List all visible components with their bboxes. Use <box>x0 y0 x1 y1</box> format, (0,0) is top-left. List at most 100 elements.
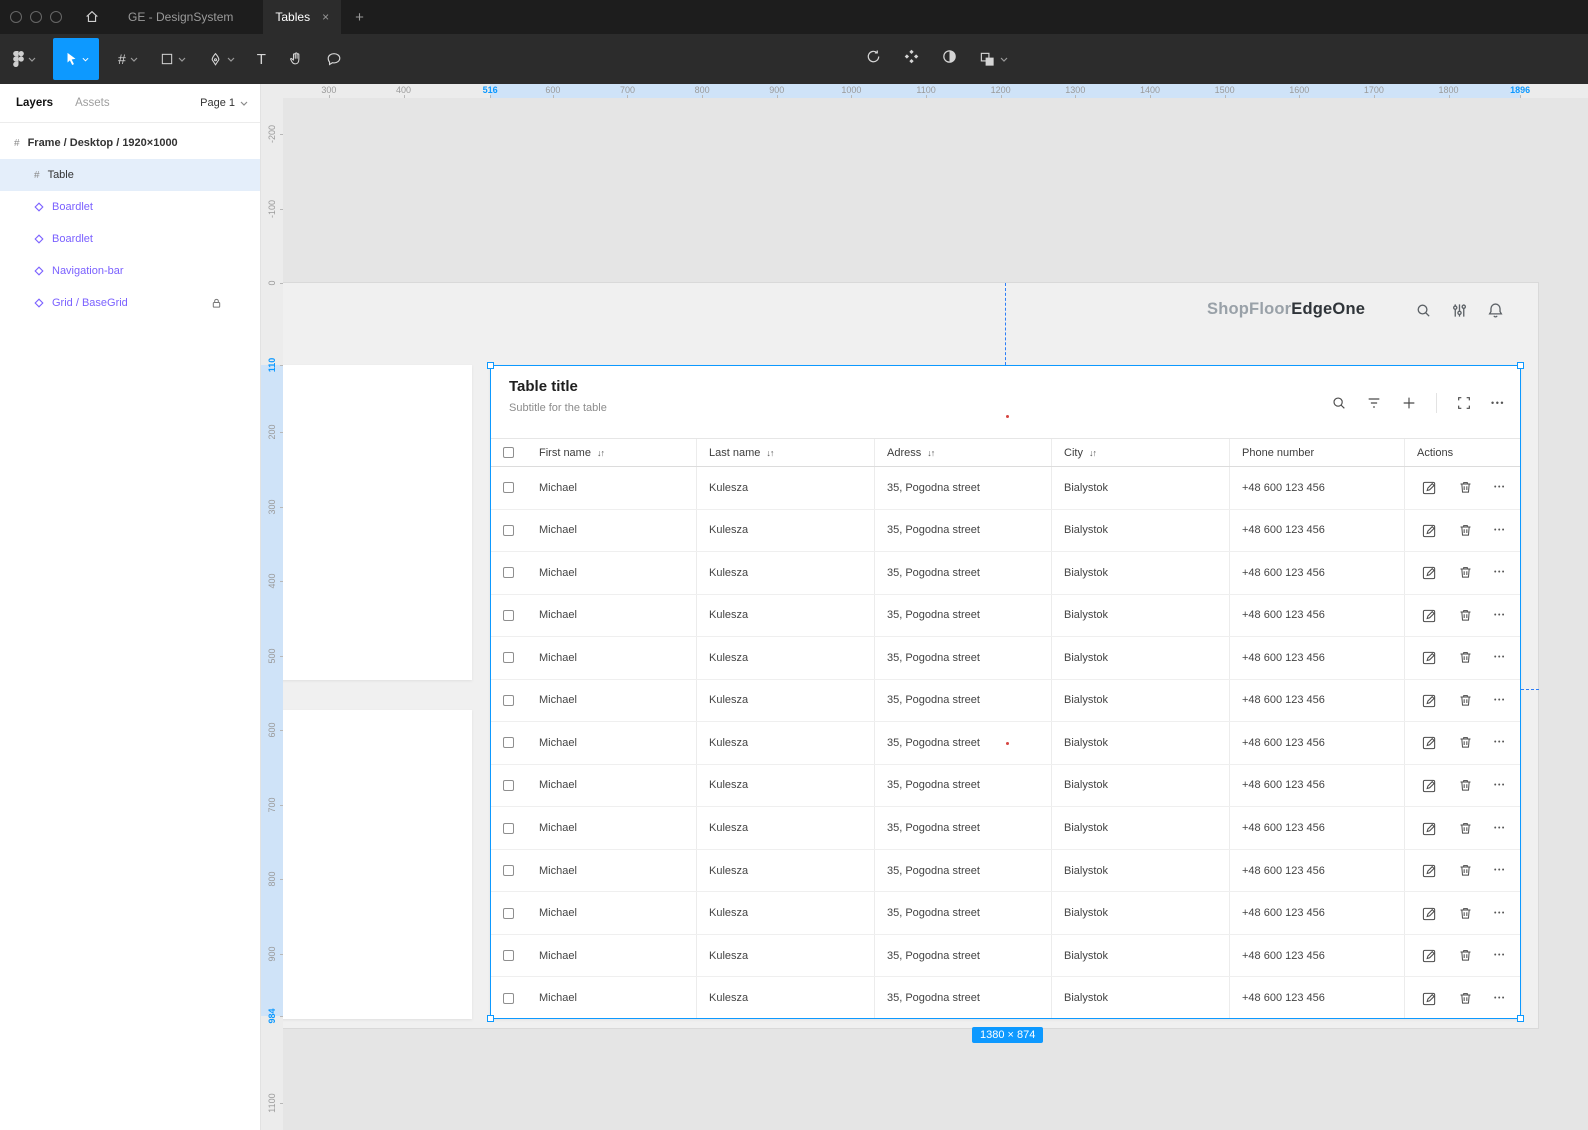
row-more-icon[interactable]: ••• <box>1494 782 1506 789</box>
edit-icon[interactable] <box>1422 565 1437 580</box>
window-zoom-button[interactable] <box>50 11 62 23</box>
row-checkbox[interactable] <box>503 950 514 961</box>
delete-icon[interactable] <box>1458 650 1473 665</box>
table-row[interactable]: Michael Kulesza 35, Pogodna street Bialy… <box>490 765 1521 808</box>
delete-icon[interactable] <box>1458 991 1473 1006</box>
row-more-icon[interactable]: ••• <box>1494 697 1506 704</box>
row-more-icon[interactable]: ••• <box>1494 952 1506 959</box>
boardlet-card-1[interactable] <box>272 365 472 680</box>
edit-icon[interactable] <box>1422 480 1437 495</box>
row-checkbox[interactable] <box>503 993 514 1004</box>
delete-icon[interactable] <box>1458 523 1473 538</box>
table-row[interactable]: Michael Kulesza 35, Pogodna street Bialy… <box>490 680 1521 723</box>
select-all-checkbox[interactable] <box>490 439 527 466</box>
row-checkbox[interactable] <box>503 908 514 919</box>
delete-icon[interactable] <box>1458 735 1473 750</box>
row-more-icon[interactable]: ••• <box>1494 612 1506 619</box>
canvas[interactable]: ShopFloorEdgeOne Table title Subtitle fo… <box>261 84 1588 1130</box>
table-component[interactable]: Table title Subtitle for the table ••• F… <box>490 365 1521 1019</box>
expand-icon[interactable] <box>1456 395 1472 411</box>
layer-item-grid-basegrid[interactable]: Grid / BaseGrid <box>0 287 260 319</box>
table-row[interactable]: Michael Kulesza 35, Pogodna street Bialy… <box>490 935 1521 978</box>
more-options-icon[interactable]: ••• <box>1491 398 1505 408</box>
table-row[interactable]: Michael Kulesza 35, Pogodna street Bialy… <box>490 850 1521 893</box>
tab-layers[interactable]: Layers <box>16 97 53 109</box>
move-tool[interactable] <box>53 38 99 80</box>
tab-tables[interactable]: Tables × <box>263 0 341 34</box>
sort-icon[interactable]: ↓↑ <box>766 448 773 458</box>
row-more-icon[interactable]: ••• <box>1494 527 1506 534</box>
table-row[interactable]: Michael Kulesza 35, Pogodna street Bialy… <box>490 977 1521 1019</box>
table-row[interactable]: Michael Kulesza 35, Pogodna street Bialy… <box>490 510 1521 553</box>
row-checkbox[interactable] <box>503 695 514 706</box>
delete-icon[interactable] <box>1458 608 1473 623</box>
row-more-icon[interactable]: ••• <box>1494 654 1506 661</box>
row-checkbox[interactable] <box>503 567 514 578</box>
column-header-last-name[interactable]: Last name↓↑ <box>696 439 874 466</box>
delete-icon[interactable] <box>1458 778 1473 793</box>
column-header-adress[interactable]: Adress↓↑ <box>874 439 1051 466</box>
table-row[interactable]: Michael Kulesza 35, Pogodna street Bialy… <box>490 637 1521 680</box>
row-checkbox[interactable] <box>503 780 514 791</box>
row-more-icon[interactable]: ••• <box>1494 995 1506 1002</box>
window-minimize-button[interactable] <box>30 11 42 23</box>
row-checkbox[interactable] <box>503 525 514 536</box>
edit-object-button[interactable] <box>865 48 882 70</box>
edit-icon[interactable] <box>1422 991 1437 1006</box>
sort-icon[interactable]: ↓↑ <box>927 448 934 458</box>
lock-icon[interactable] <box>211 297 222 309</box>
edit-icon[interactable] <box>1422 608 1437 623</box>
edit-icon[interactable] <box>1422 735 1437 750</box>
shape-tool[interactable] <box>149 34 197 84</box>
delete-icon[interactable] <box>1458 863 1473 878</box>
layer-item-table[interactable]: # Table <box>0 159 260 191</box>
row-more-icon[interactable]: ••• <box>1494 739 1506 746</box>
sort-icon[interactable]: ↓↑ <box>597 448 604 458</box>
table-row[interactable]: Michael Kulesza 35, Pogodna street Bialy… <box>490 807 1521 850</box>
boardlet-card-2[interactable] <box>272 710 472 1019</box>
create-component-button[interactable] <box>903 48 920 70</box>
search-icon[interactable] <box>1415 302 1432 319</box>
row-more-icon[interactable]: ••• <box>1494 867 1506 874</box>
row-more-icon[interactable]: ••• <box>1494 569 1506 576</box>
add-icon[interactable] <box>1401 395 1417 411</box>
delete-icon[interactable] <box>1458 693 1473 708</box>
table-row[interactable]: Michael Kulesza 35, Pogodna street Bialy… <box>490 595 1521 638</box>
row-checkbox[interactable] <box>503 823 514 834</box>
delete-icon[interactable] <box>1458 906 1473 921</box>
delete-icon[interactable] <box>1458 480 1473 495</box>
layer-item-navigation-bar[interactable]: Navigation-bar <box>0 255 260 287</box>
text-tool[interactable]: T <box>246 34 277 84</box>
edit-icon[interactable] <box>1422 863 1437 878</box>
layer-item-frame-desktop[interactable]: # Frame / Desktop / 1920×1000 <box>0 127 260 159</box>
layer-item-boardlet-2[interactable]: Boardlet <box>0 223 260 255</box>
edit-icon[interactable] <box>1422 906 1437 921</box>
table-row[interactable]: Michael Kulesza 35, Pogodna street Bialy… <box>490 467 1521 510</box>
boolean-groups-button[interactable] <box>979 51 1008 68</box>
row-checkbox[interactable] <box>503 652 514 663</box>
new-tab-button[interactable]: + <box>355 9 364 26</box>
column-header-phone-number[interactable]: Phone number <box>1229 439 1404 466</box>
edit-icon[interactable] <box>1422 821 1437 836</box>
row-checkbox[interactable] <box>503 865 514 876</box>
table-row[interactable]: Michael Kulesza 35, Pogodna street Bialy… <box>490 552 1521 595</box>
delete-icon[interactable] <box>1458 948 1473 963</box>
home-button[interactable] <box>84 9 100 25</box>
main-menu-button[interactable] <box>2 34 47 84</box>
edit-icon[interactable] <box>1422 948 1437 963</box>
edit-icon[interactable] <box>1422 778 1437 793</box>
row-more-icon[interactable]: ••• <box>1494 484 1506 491</box>
mask-button[interactable] <box>941 48 958 70</box>
sort-icon[interactable]: ↓↑ <box>1089 448 1096 458</box>
filter-icon[interactable] <box>1366 395 1382 411</box>
row-checkbox[interactable] <box>503 482 514 493</box>
row-checkbox[interactable] <box>503 737 514 748</box>
edit-icon[interactable] <box>1422 650 1437 665</box>
close-tab-icon[interactable]: × <box>322 11 329 23</box>
tab-assets[interactable]: Assets <box>75 97 110 109</box>
search-icon[interactable] <box>1331 395 1347 411</box>
row-checkbox[interactable] <box>503 610 514 621</box>
frame-tool[interactable]: # <box>107 34 149 84</box>
row-more-icon[interactable]: ••• <box>1494 910 1506 917</box>
comment-tool[interactable] <box>315 34 353 84</box>
